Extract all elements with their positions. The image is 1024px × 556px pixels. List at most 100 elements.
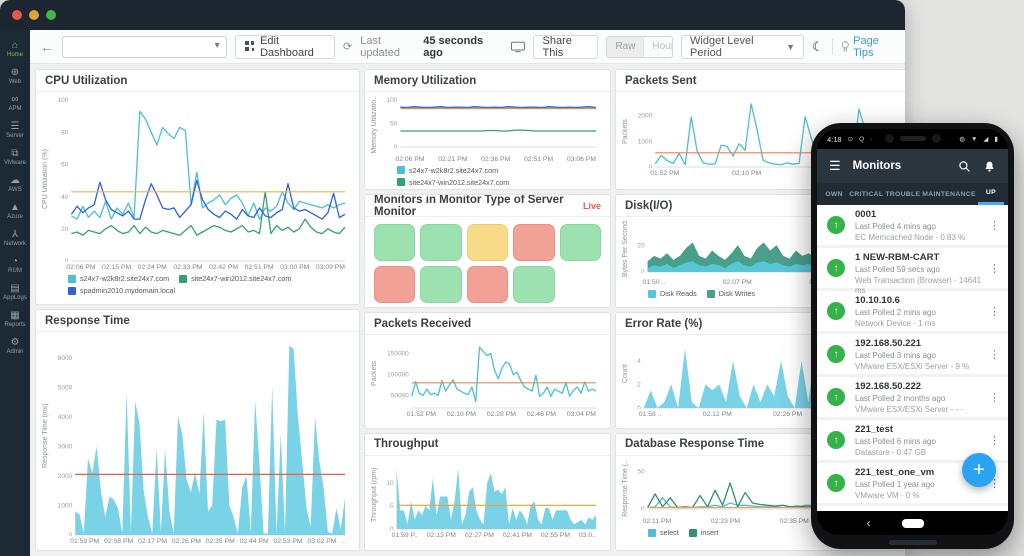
sidebar-item-rum[interactable]: ◔ RUM [0, 256, 30, 274]
apm-icon: ∞ [11, 94, 18, 105]
svg-text:0: 0 [390, 526, 394, 530]
monitor-tile-8-down[interactable] [467, 266, 508, 303]
android-back-button[interactable]: ‹ [867, 516, 871, 530]
add-monitor-fab[interactable]: + [962, 453, 996, 487]
sidebar-item-home[interactable]: ⌂ Home [0, 40, 30, 58]
monitor-tile-1-up[interactable] [374, 224, 415, 261]
kebab-menu-icon[interactable]: ⋮ [989, 262, 1000, 275]
sidebar-item-reports[interactable]: ▦ Reports [0, 310, 30, 328]
legend-item[interactable]: Disk Reads [648, 289, 697, 298]
monitor-tile-5-up[interactable] [560, 224, 601, 261]
minimize-window-button[interactable] [29, 10, 39, 20]
monitor-list-item[interactable]: ↑ 192.168.50.222 Last Polled 2 months ag… [817, 377, 1008, 420]
gesture-handle [889, 540, 937, 545]
zoom-window-button[interactable] [46, 10, 56, 20]
page-tips-link[interactable]: Page Tips [841, 35, 895, 59]
memory-utilization-chart[interactable]: 050100 [380, 96, 602, 148]
card-title-packets-sent: Packets Sent [625, 75, 697, 87]
monitor-tile-6-down[interactable] [374, 266, 415, 303]
monitor-list-item[interactable]: ↑ 10.10.10.6 Last Polled 2 mins ago Netw… [817, 291, 1008, 334]
monitor-list-item[interactable]: ↑ 0001 Last Polled 4 mins ago EC Memcach… [817, 205, 1008, 248]
card-title-packets-received: Packets Received [374, 318, 471, 330]
kebab-menu-icon[interactable]: ⋮ [989, 434, 1000, 447]
x-axis-labels: 02:06 PM02:15 PM02:24 PM02:33 PM02:42 PM… [40, 264, 351, 271]
legend-item[interactable]: spadmin2010.mydomain.local [68, 286, 175, 295]
legend-item[interactable]: Disk Writes [707, 289, 755, 298]
bell-icon[interactable] [983, 160, 996, 173]
sidebar-item-server[interactable]: ☰ Server [0, 121, 30, 139]
android-home-button[interactable] [902, 519, 924, 528]
browser-window: ⌂ Home ⊕ Web ∞ APM ☰ Server ⧉ VMware ☁ A… [0, 0, 905, 556]
phone-tab-critical[interactable]: CRITICAL [849, 183, 883, 205]
sidebar-item-label: VMware [4, 160, 26, 166]
y-axis-label: Bytes Per Second [620, 221, 631, 277]
legend-item[interactable]: insert [689, 528, 719, 537]
monitor-last-polled: Last Polled 6 mins ago [855, 437, 986, 447]
phone-tab-own[interactable]: OWN [821, 183, 847, 205]
back-arrow-icon[interactable]: ← [40, 39, 54, 55]
legend-item[interactable]: site24x7-win2012.site24x7.com [397, 178, 509, 187]
monitor-tile-4-down[interactable] [513, 224, 554, 261]
sidebar-item-web[interactable]: ⊕ Web [0, 67, 30, 85]
x-tick-label: 02:13 PM [427, 532, 456, 539]
sidebar-item-admin[interactable]: ⚙ Admin [0, 337, 30, 355]
monitor-list-item[interactable]: ↑ 192.168.50.221 Last Polled 3 mins ago … [817, 334, 1008, 377]
refresh-icon[interactable]: ⟳ [343, 40, 352, 53]
widget-level-period-select[interactable]: Widget Level Period▼ [681, 35, 804, 59]
legend-item[interactable]: spadmin2010.mydomain.local [397, 190, 504, 191]
monitor-tile-7-up[interactable] [420, 266, 461, 303]
x-tick-label: 03:02 PM [307, 538, 336, 545]
mobile-data-icon: ◍ [959, 135, 965, 143]
sidebar-item-apm[interactable]: ∞ APM [0, 94, 30, 112]
sidebar-item-network[interactable]: ⅄ Network [0, 229, 30, 247]
hour-toggle-option[interactable]: Hour [643, 37, 673, 57]
dashboard-select[interactable] [62, 36, 227, 58]
sidebar-item-aws[interactable]: ☁ AWS [0, 175, 30, 193]
hamburger-menu-icon[interactable]: ☰ [829, 158, 841, 174]
kebab-menu-icon[interactable]: ⋮ [989, 219, 1000, 232]
monitor-tile-2-up[interactable] [420, 224, 461, 261]
y-axis-label: Response Time (.. [620, 460, 631, 517]
search-icon[interactable] [958, 160, 971, 173]
phone-tab-maintenance[interactable]: MAINTENANCE [922, 183, 976, 205]
share-this-button[interactable]: Share This [533, 35, 599, 59]
raw-toggle-option[interactable]: Raw [607, 37, 643, 57]
chevron-down-icon: ▼ [786, 42, 795, 52]
svg-text:6000: 6000 [58, 355, 73, 362]
svg-text:1000: 1000 [638, 138, 653, 145]
response-time-chart[interactable]: 0100020003000400050006000 [51, 336, 351, 536]
monitor-tile-9-up[interactable] [513, 266, 554, 303]
dark-mode-moon-icon[interactable]: ☾ [812, 39, 824, 55]
y-axis-label: Packets [620, 96, 631, 168]
monitor-tile-3-trouble[interactable] [467, 224, 508, 261]
sidebar-item-azure[interactable]: ▲ Azure [0, 202, 30, 220]
monitor-info: VMware ESX/ESXi Server - 9 % [855, 362, 986, 372]
edit-dashboard-button[interactable]: Edit Dashboard [235, 35, 335, 59]
legend-item[interactable]: s24x7-w2k8r2.site24x7.com [397, 166, 498, 175]
cpu-utilization-chart[interactable]: 020406080100 [51, 96, 351, 262]
x-tick-label: 02:36 PM [481, 156, 510, 163]
phone-tab-up[interactable]: UP [978, 183, 1004, 205]
monitor-info: Datastore - 0.47 GB [855, 448, 986, 458]
monitor-list-item[interactable]: ↑ 1 NEW-RBM-CART Last Polled 59 secs ago… [817, 248, 1008, 291]
phone-tab-trouble[interactable]: TROUBLE [885, 183, 920, 205]
kebab-menu-icon[interactable]: ⋮ [989, 348, 1000, 361]
throughput-chart[interactable]: 0510 [380, 460, 602, 530]
legend-item[interactable]: select [648, 528, 679, 537]
chart-legend: s24x7-w2k8r2.site24x7.com site24x7-win201… [40, 271, 351, 297]
sidebar-item-label: AppLogs [3, 295, 27, 301]
card-title-response-time: Response Time [45, 315, 130, 327]
x-tick-label: 02:23 PM [711, 518, 740, 525]
kebab-menu-icon[interactable]: ⋮ [989, 305, 1000, 318]
legend-item[interactable]: site24x7-win2012.site24x7.com [179, 274, 291, 283]
notification-app-icon: ⊙ [848, 135, 853, 143]
x-tick-label: 01:52 PM [650, 170, 679, 177]
kebab-menu-icon[interactable]: ⋮ [989, 391, 1000, 404]
sidebar-item-vmware[interactable]: ⧉ VMware [0, 148, 30, 166]
packets-received-chart[interactable]: 50000100000150000 [380, 339, 602, 409]
close-window-button[interactable] [12, 10, 22, 20]
sidebar-item-applogs[interactable]: ▤ AppLogs [0, 283, 30, 301]
screen-share-icon[interactable] [511, 41, 525, 53]
legend-item[interactable]: s24x7-w2k8r2.site24x7.com [68, 274, 169, 283]
status-up-icon: ↑ [827, 431, 845, 449]
